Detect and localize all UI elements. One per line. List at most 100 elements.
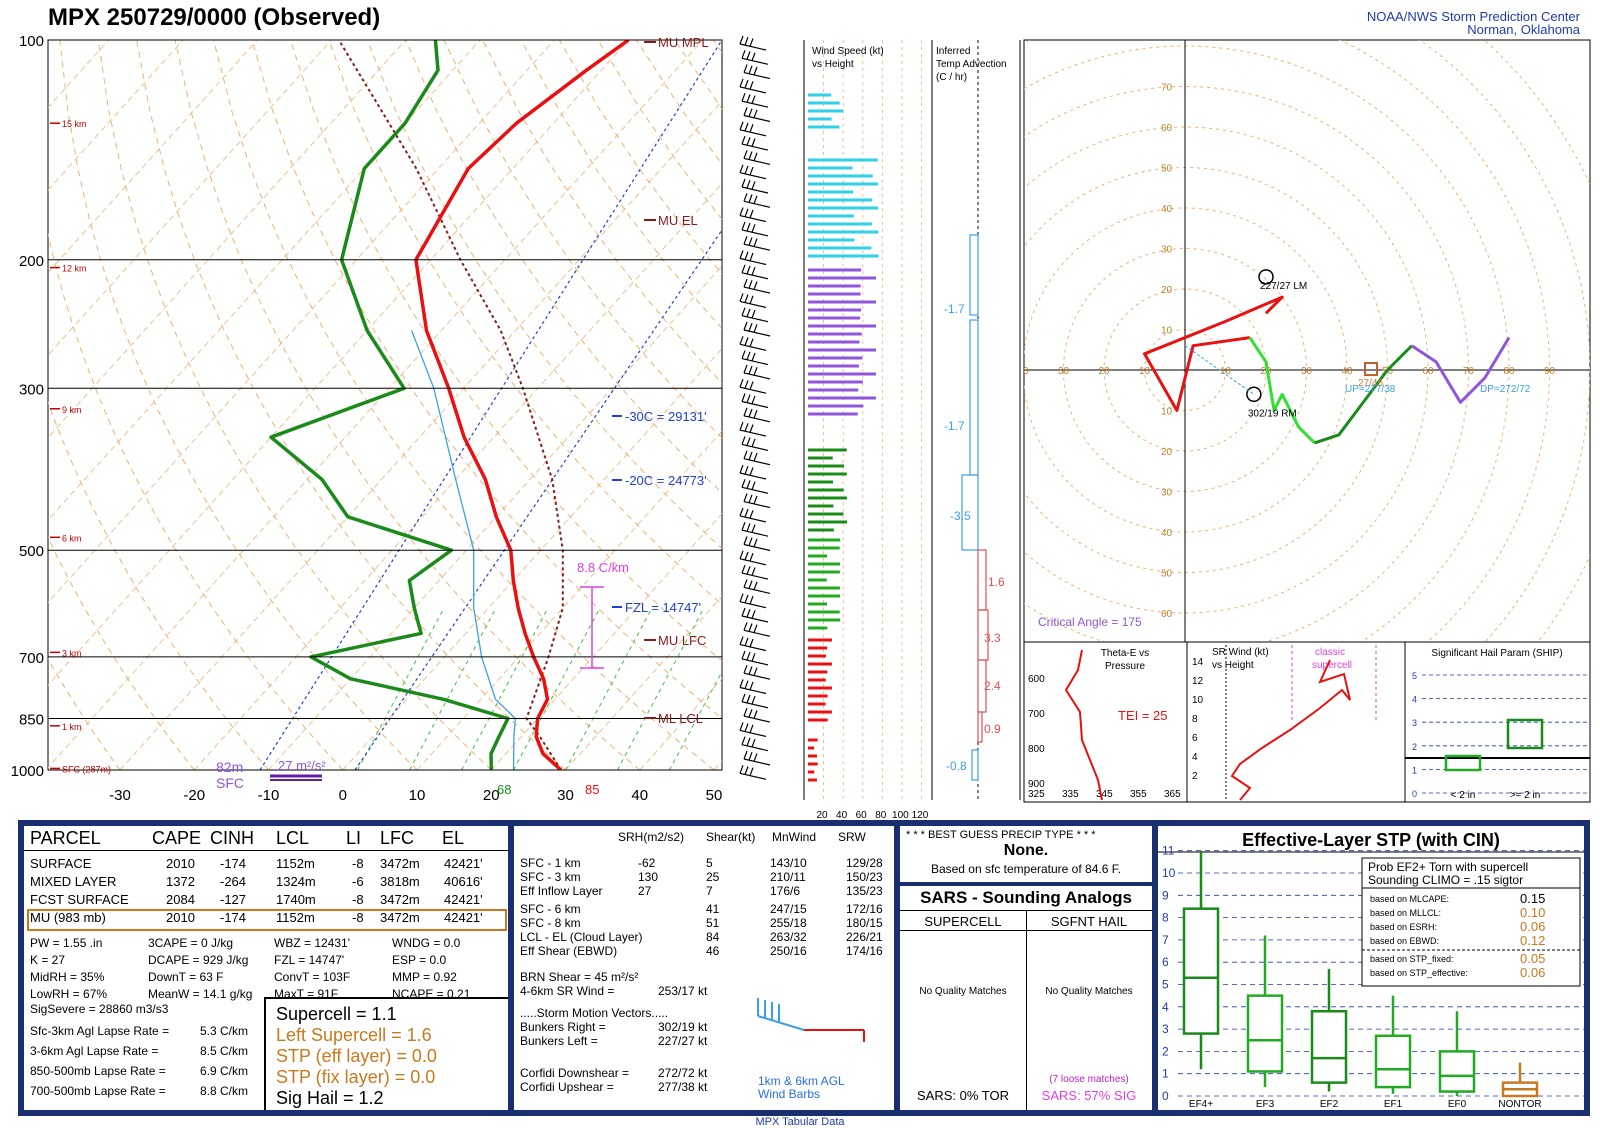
parcel-cell: 3472m <box>380 856 420 871</box>
wind-barb-flag <box>740 122 743 130</box>
hodo-x-label: 20 <box>1098 366 1110 377</box>
wind-barb-flag <box>740 508 743 516</box>
thermo-cell: DCAPE = 929 J/kg <box>148 953 248 967</box>
advection-label: -1.7 <box>944 419 965 433</box>
ship-title: Significant Hail Param (SHIP) <box>1431 648 1562 659</box>
hodo-ring-label: 70 <box>1161 83 1173 94</box>
lapse-label: 3-6km Agl Lapse Rate = <box>30 1044 158 1058</box>
hodo-ring-label: 60 <box>1161 123 1173 134</box>
wind-barb-flag <box>747 223 750 231</box>
hodo-frame <box>1024 40 1590 642</box>
wind-barb-flag <box>742 136 745 144</box>
wind-barb <box>744 759 770 765</box>
wind-barb <box>744 287 770 293</box>
sr46-value: 253/17 kt <box>658 984 707 998</box>
wind-barb-flag <box>742 351 745 359</box>
wind-barb <box>740 430 766 436</box>
mean-wind-label: 27/45 <box>1358 378 1383 389</box>
wind-barb-flag <box>745 80 748 88</box>
stp-legend-value: 0.15 <box>1520 891 1545 906</box>
wind-barb-flag <box>745 295 748 303</box>
corfidi-value: 277/38 kt <box>658 1080 707 1094</box>
temp-tick-label: 50 <box>706 787 723 804</box>
sars-col-hail: SGFNT HAIL <box>1026 914 1152 929</box>
wind-barb-flag <box>747 652 750 660</box>
hodo-ring-label: 10 <box>1161 326 1173 337</box>
cold-advection-bar <box>970 235 978 315</box>
sr-h-tick: 6 <box>1192 733 1198 744</box>
stp-title: Effective-Layer STP (with CIN) <box>1242 830 1500 850</box>
parcel-cell: -8 <box>352 856 364 871</box>
stp-chart: Effective-Layer STP (with CIN)1110987654… <box>1158 826 1584 1110</box>
corfidi-label: Corfidi Downshear = <box>520 1066 629 1080</box>
parcel-cell: -8 <box>352 892 364 907</box>
lapse-label: 700-500mb Lapse Rate = <box>30 1084 166 1098</box>
kin-cell: 180/15 <box>846 916 883 930</box>
height-label: 1 km <box>62 722 82 732</box>
parcel-cell: -264 <box>220 874 246 889</box>
wind-barb <box>742 187 768 193</box>
stp-legend-label: based on ESRH: <box>1370 922 1437 932</box>
wind-barb-flag <box>747 266 750 274</box>
stp-y-tick: 6 <box>1162 955 1169 969</box>
wind-barb-flag <box>752 439 755 447</box>
parcel-header-3: LCL <box>276 828 309 849</box>
stp-box <box>1184 909 1218 1034</box>
mu-mpl-label: MU MPL <box>658 35 709 50</box>
stp-box: Effective-Layer STP (with CIN)1110987654… <box>1158 826 1584 1110</box>
parcel-cell: 1152m <box>276 856 315 871</box>
brn-shear: BRN Shear = 45 m²/s² <box>520 970 638 984</box>
pressure-tick-label: 1000 <box>11 763 44 780</box>
sr-h-tick: 8 <box>1192 714 1198 725</box>
stp-box <box>1440 1051 1474 1091</box>
temp-advection-panel: InferredTemp Advection(C / hr)-1.7-1.7-3… <box>932 40 1020 800</box>
sfc-height-label: 82m <box>216 759 243 775</box>
kin-cell: 7 <box>706 884 713 898</box>
wind-barb-flag <box>747 180 750 188</box>
stp-category: EF3 <box>1256 1099 1275 1110</box>
stp-legend-title: Prob EF2+ Torn with supercell <box>1368 860 1528 874</box>
tabular-data-link[interactable]: MPX Tabular Data <box>0 1116 1600 1128</box>
wind-barb-flag <box>752 310 755 318</box>
wind-barb <box>742 144 768 150</box>
wind-barb-flag <box>747 352 750 360</box>
wind-barb <box>740 688 766 694</box>
ta-title-3: (C / hr) <box>936 72 967 83</box>
stp-box <box>1312 1011 1346 1082</box>
wind-barb-flag <box>752 653 755 661</box>
wind-barb-flag <box>749 66 752 74</box>
thermo-cell: K = 27 <box>30 953 65 967</box>
temp-tick-label: 0 <box>339 787 347 804</box>
hodo-ring-label: 30 <box>1161 245 1173 256</box>
advection-label: 1.6 <box>988 575 1005 589</box>
wind-barb-flag <box>750 639 753 647</box>
wind-barb <box>742 487 768 493</box>
pressure-tick-label: 700 <box>19 650 44 667</box>
ta-title-1: Inferred <box>936 46 970 57</box>
wind-barb-flag <box>742 522 745 530</box>
kin-cell: 51 <box>706 916 719 930</box>
hodo-x-label: 10 <box>1220 366 1232 377</box>
barb-1km <box>758 1016 804 1030</box>
wind-barb-flag <box>750 596 753 604</box>
wind-barb-flag <box>744 65 747 73</box>
sr-h-tick: 10 <box>1192 695 1204 706</box>
wind-barb-flag <box>740 722 743 730</box>
wind-barb-flag <box>745 123 748 131</box>
stp-legend-value: 0.05 <box>1520 951 1545 966</box>
kin-header-1: Shear(kt) <box>706 830 755 844</box>
wind-barb-flag <box>745 724 748 732</box>
wind-barb-flag <box>744 579 747 587</box>
parcel-header-4: LI <box>346 828 361 849</box>
wind-barb-flag <box>754 367 757 375</box>
kin-cell: 25 <box>706 870 719 884</box>
wind-barb <box>740 259 766 265</box>
kin-cell: 172/16 <box>846 902 883 916</box>
wind-barb <box>744 545 770 551</box>
wind-barb-flag <box>745 466 748 474</box>
thermo-cell: ESP = 0.0 <box>392 953 446 967</box>
wind-barb-flag <box>750 382 753 390</box>
parcel-cell: 40616' <box>444 874 483 889</box>
wind-barb-flag <box>754 410 757 418</box>
wind-barb <box>744 373 770 379</box>
